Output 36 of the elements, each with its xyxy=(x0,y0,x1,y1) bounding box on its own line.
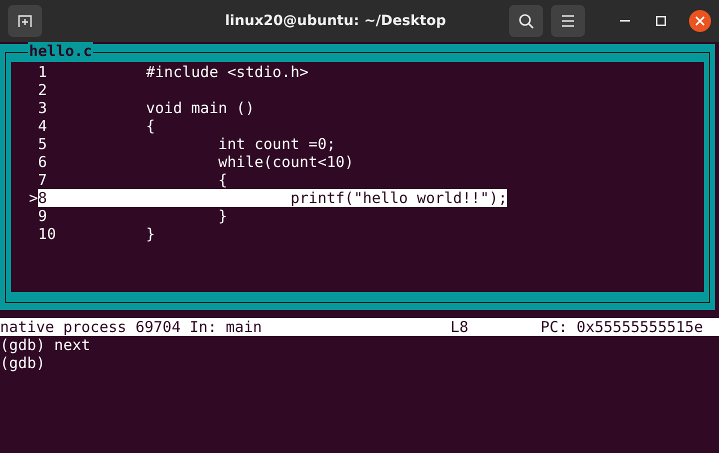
code-text: } xyxy=(146,225,156,243)
current-line-marker: > xyxy=(29,189,38,207)
new-tab-button[interactable] xyxy=(8,5,42,37)
line-number: 2 xyxy=(38,81,48,99)
line-number: 10 xyxy=(38,225,58,243)
line-number: 5 xyxy=(38,135,48,153)
window-title: linux20@ubuntu: ~/Desktop xyxy=(224,13,448,29)
menu-button[interactable] xyxy=(551,5,585,37)
search-button[interactable] xyxy=(509,5,543,37)
console-line: (gdb) xyxy=(0,354,46,372)
line-number: 8 xyxy=(38,189,48,207)
code-text: int count =0; xyxy=(217,135,336,153)
menu-icon xyxy=(561,15,575,27)
line-number: 9 xyxy=(38,207,48,225)
search-icon xyxy=(518,13,534,29)
process-status: native process 69704 In: main xyxy=(0,318,263,336)
code-text: #include <stdio.h> xyxy=(146,63,309,81)
code-text: while(count<10) xyxy=(217,153,354,171)
line-number: 4 xyxy=(38,117,48,135)
code-text: printf("hello world!!"); xyxy=(290,189,508,207)
program-counter: PC: 0x55555555515e xyxy=(540,318,703,336)
console-line: (gdb) next xyxy=(0,336,92,354)
line-number: 7 xyxy=(38,171,48,189)
maximize-icon xyxy=(656,16,666,26)
code-text: { xyxy=(217,171,228,189)
close-button[interactable] xyxy=(689,10,711,32)
line-number: 1 xyxy=(38,63,48,81)
line-indicator: L8 xyxy=(450,318,468,336)
new-tab-icon xyxy=(17,13,33,29)
close-icon xyxy=(695,16,705,26)
line-number: 3 xyxy=(38,99,48,117)
code-text: void main () xyxy=(146,99,254,117)
minimize-icon xyxy=(620,20,630,22)
code-text: { xyxy=(146,117,156,135)
code-text: } xyxy=(217,207,228,225)
line-number: 6 xyxy=(38,153,48,171)
